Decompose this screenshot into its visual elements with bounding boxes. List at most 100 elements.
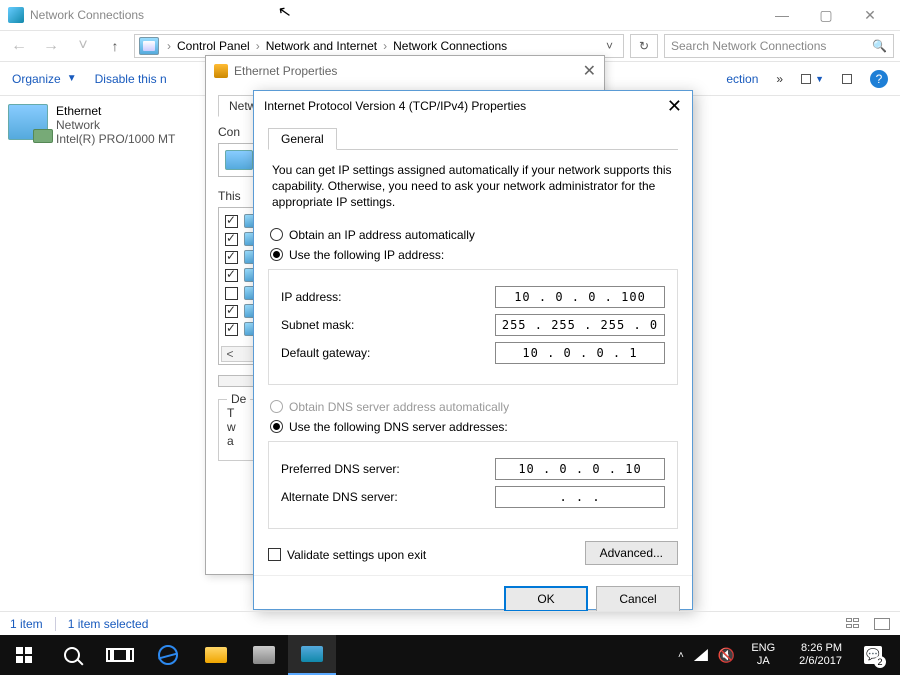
checkbox[interactable] — [225, 269, 238, 282]
help-button[interactable]: ? — [870, 70, 888, 88]
advanced-button[interactable]: Advanced... — [585, 541, 678, 565]
taskbar-control-panel[interactable] — [288, 635, 336, 675]
validate-settings-checkbox[interactable]: Validate settings upon exit — [268, 548, 426, 562]
refresh-button[interactable]: ↻ — [630, 34, 658, 58]
taskbar-file-explorer[interactable] — [192, 635, 240, 675]
default-gateway-input[interactable]: 10 . 0 . 0 . 1 — [495, 342, 665, 364]
search-icon: 🔍 — [872, 39, 887, 53]
organize-dropdown-icon[interactable]: ▼ — [67, 73, 77, 84]
ipv4-properties-dialog: Internet Protocol Version 4 (TCP/IPv4) P… — [253, 90, 693, 610]
radio-obtain-ip-auto[interactable]: Obtain an IP address automatically — [268, 225, 678, 245]
alternate-dns-input[interactable]: . . . — [495, 486, 665, 508]
view-mode-details[interactable] — [874, 618, 890, 630]
maximize-button[interactable]: ▢ — [804, 7, 848, 24]
taskbar: ˄ 🔇 ENG JA 8:26 PM 2/6/2017 💬 — [0, 635, 900, 675]
view-icon-2 — [842, 74, 852, 84]
start-button[interactable] — [0, 635, 48, 675]
printer-icon — [253, 646, 275, 664]
app-icon — [8, 7, 24, 23]
task-view-icon — [110, 648, 130, 662]
tab-general[interactable]: General — [268, 128, 337, 150]
eth-dialog-titlebar[interactable]: Ethernet Properties ✕ — [206, 56, 604, 86]
checkbox-label: Validate settings upon exit — [287, 548, 426, 562]
search-placeholder: Search Network Connections — [671, 39, 826, 53]
eth-dialog-close-button[interactable]: ✕ — [583, 61, 596, 81]
checkbox[interactable] — [225, 251, 238, 264]
toolbar-item-partial[interactable]: ection — [726, 72, 758, 86]
view-options[interactable]: ▼ — [801, 74, 824, 84]
checkbox[interactable] — [225, 305, 238, 318]
clock-time: 8:26 PM — [799, 642, 842, 655]
description-label: De — [227, 392, 250, 406]
nic-icon — [225, 150, 253, 170]
ip-address-frame: IP address: 10 . 0 . 0 . 100 Subnet mask… — [268, 269, 678, 385]
radio-label: Use the following DNS server addresses: — [289, 420, 508, 434]
breadcrumb-network-internet[interactable]: Network and Internet — [264, 39, 379, 53]
breadcrumb-network-connections[interactable]: Network Connections — [391, 39, 509, 53]
disable-device-button[interactable]: Disable this n — [95, 72, 167, 86]
cancel-button[interactable]: Cancel — [596, 586, 680, 612]
ie-icon — [158, 645, 178, 665]
radio-use-following-ip[interactable]: Use the following IP address: — [268, 245, 678, 265]
clock[interactable]: 8:26 PM 2/6/2017 — [791, 642, 850, 668]
minimize-button[interactable]: — — [760, 7, 804, 23]
eth-dialog-title: Ethernet Properties — [234, 64, 337, 78]
radio-icon — [270, 248, 283, 261]
breadcrumb-dropdown[interactable]: ˅ — [600, 39, 619, 53]
search-button[interactable] — [48, 635, 96, 675]
radio-use-following-dns[interactable]: Use the following DNS server addresses: — [268, 417, 678, 437]
checkbox[interactable] — [225, 287, 238, 300]
radio-label: Use the following IP address: — [289, 248, 444, 262]
tray-overflow-button[interactable]: ˄ — [678, 650, 684, 661]
breadcrumb-sep: › — [256, 39, 260, 53]
control-panel-icon — [301, 646, 323, 662]
view-icon-1 — [801, 74, 811, 84]
ip-address-input[interactable]: 10 . 0 . 0 . 100 — [495, 286, 665, 308]
checkbox[interactable] — [225, 233, 238, 246]
system-tray: ˄ 🔇 ENG JA 8:26 PM 2/6/2017 💬 — [670, 642, 900, 668]
organize-menu[interactable]: Organize — [12, 72, 61, 86]
action-center-button[interactable]: 💬 — [864, 646, 882, 664]
ethernet-icon — [8, 104, 48, 140]
taskbar-printer[interactable] — [240, 635, 288, 675]
adapter-device: Intel(R) PRO/1000 MT — [56, 132, 175, 146]
radio-icon — [270, 400, 283, 413]
breadcrumb-control-panel[interactable]: Control Panel — [175, 39, 252, 53]
radio-icon — [270, 228, 283, 241]
ok-button[interactable]: OK — [504, 586, 588, 612]
view-details-toggle[interactable] — [842, 74, 852, 84]
task-view-button[interactable] — [96, 635, 144, 675]
window-titlebar: Network Connections — ▢ ✕ — [0, 0, 900, 30]
checkbox[interactable] — [225, 215, 238, 228]
radio-label: Obtain an IP address automatically — [289, 228, 475, 242]
status-item-count: 1 item — [10, 617, 43, 631]
taskbar-ie[interactable] — [144, 635, 192, 675]
subnet-mask-input[interactable]: 255 . 255 . 255 . 0 — [495, 314, 665, 336]
ipv4-dialog-close-button[interactable]: ✕ — [667, 96, 682, 117]
close-button[interactable]: ✕ — [848, 7, 892, 24]
toolbar-overflow[interactable]: » — [776, 72, 783, 86]
lang-primary: ENG — [751, 642, 775, 655]
ipv4-dialog-titlebar[interactable]: Internet Protocol Version 4 (TCP/IPv4) P… — [254, 91, 692, 121]
nav-back-button[interactable]: ← — [6, 37, 32, 55]
ipv4-description: You can get IP settings assigned automat… — [272, 162, 674, 211]
volume-icon[interactable]: 🔇 — [718, 647, 735, 664]
statusbar: 1 item 1 item selected — [0, 611, 900, 635]
adapter-item-ethernet[interactable]: Ethernet Network Intel(R) PRO/1000 MT — [8, 104, 208, 146]
network-icon[interactable] — [694, 649, 708, 661]
checkbox-icon — [268, 548, 281, 561]
nav-forward-button[interactable]: → — [38, 37, 64, 55]
nav-recent-dropdown[interactable]: ˅ — [70, 37, 96, 55]
folder-icon — [205, 647, 227, 663]
chevron-down-icon: ▼ — [815, 74, 824, 84]
checkbox[interactable] — [225, 323, 238, 336]
view-mode-thumbnails[interactable] — [846, 618, 862, 630]
preferred-dns-input[interactable]: 10 . 0 . 0 . 10 — [495, 458, 665, 480]
nav-up-button[interactable]: ↑ — [102, 38, 128, 54]
windows-logo-icon — [16, 647, 32, 663]
scroll-left-button[interactable]: < — [222, 347, 238, 361]
language-indicator[interactable]: ENG JA — [745, 642, 781, 668]
lang-secondary: JA — [751, 655, 775, 668]
ip-address-label: IP address: — [281, 290, 495, 304]
search-input[interactable]: Search Network Connections 🔍 — [664, 34, 894, 58]
